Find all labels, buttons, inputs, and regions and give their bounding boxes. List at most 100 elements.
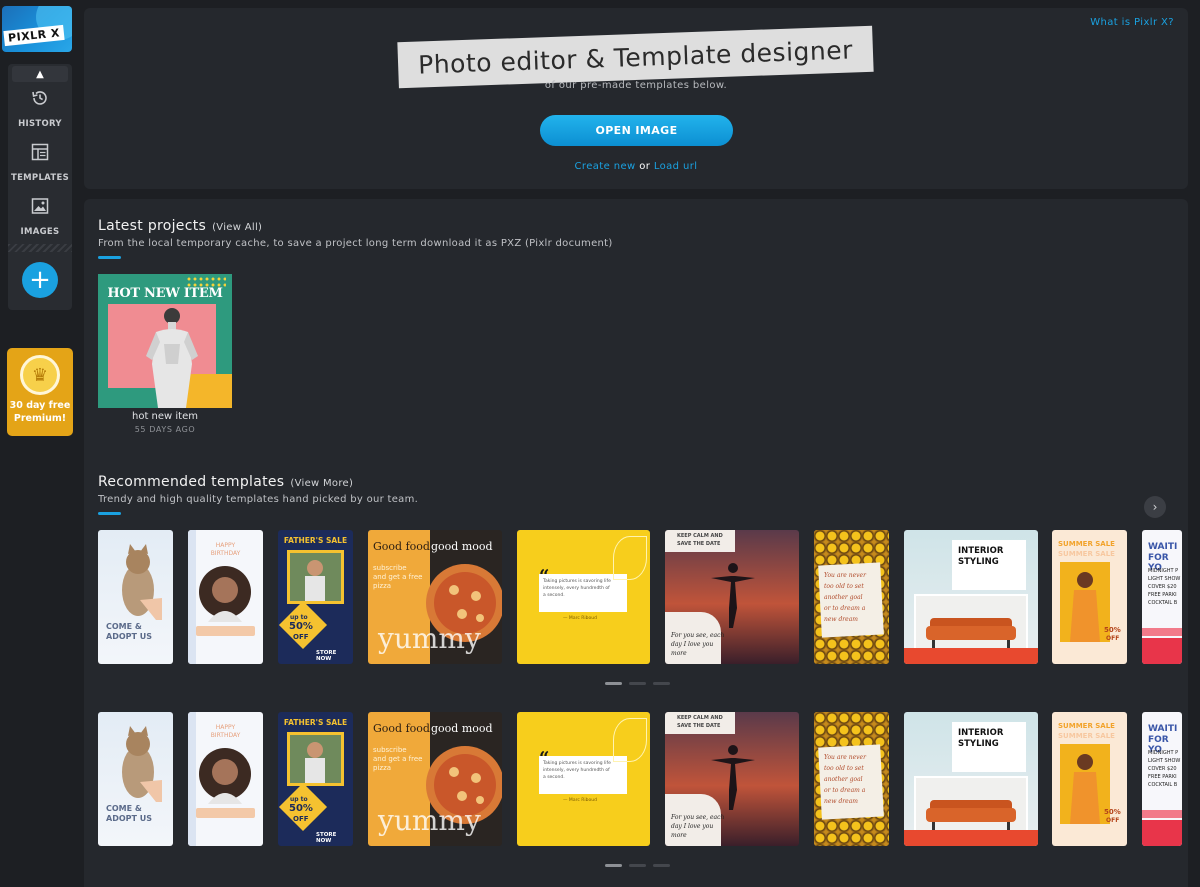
silhouette-icon: [711, 558, 755, 628]
add-button[interactable]: +: [22, 262, 58, 298]
template-card-quote[interactable]: “Taking pictures is savoring life intense…: [517, 530, 650, 664]
template-text: Taking pictures is savoring life: [543, 579, 611, 584]
template-text: KEEP CALM AND: [677, 533, 723, 539]
what-is-pixlr-link[interactable]: What is Pixlr X?: [1090, 17, 1174, 28]
template-card-interior[interactable]: INTERIOR STYLING: [904, 530, 1038, 664]
template-text: Good food,: [373, 540, 434, 553]
template-card-quote[interactable]: “Taking pictures is savoring life intense…: [517, 712, 650, 846]
latest-projects-subtitle: From the local temporary cache, to save …: [98, 238, 613, 249]
history-button[interactable]: HISTORY: [8, 88, 72, 130]
red-stripe: [1142, 820, 1182, 846]
sofa-photo-icon: [914, 776, 1028, 838]
template-card-sunflower[interactable]: You are never too old to set another goal o…: [814, 712, 889, 846]
template-card-waiting[interactable]: WAITI FOR YO MIDNIGHT P LIGHT SHOW COVER $20…: [1142, 712, 1182, 846]
premium-trial-button[interactable]: ♛ 30 day free Premium!: [7, 348, 73, 436]
template-card-food[interactable]: Good food, good mood subscribe and get a fr…: [368, 530, 502, 664]
template-card-birthday[interactable]: HAPPY BIRTHDAY: [188, 530, 263, 664]
carousel-next-button[interactable]: ›: [1144, 496, 1166, 518]
woman-photo-icon: [146, 308, 198, 408]
template-text: FATHER'S SALE: [283, 718, 348, 727]
images-button[interactable]: IMAGES: [8, 196, 72, 238]
template-text: COCKTAIL B: [1148, 782, 1178, 788]
main-panel: Latest projects (View All) From the local…: [84, 199, 1188, 887]
template-text: subscribe: [373, 564, 407, 572]
project-name: hot new item: [132, 411, 198, 422]
pager-dot[interactable]: [653, 682, 670, 685]
create-new-link[interactable]: Create new: [575, 161, 636, 172]
silhouette-icon: [711, 740, 755, 810]
template-text: You are never: [824, 572, 866, 579]
photo-panel: [1060, 562, 1110, 642]
images-icon: [31, 198, 49, 214]
template-text: LIGHT SHOW: [1148, 758, 1181, 764]
recommended-subtitle: Trendy and high quality templates hand p…: [98, 494, 419, 505]
latest-projects-heading: Latest projects (View All): [98, 218, 262, 234]
hero-links: Create new or Load url: [84, 161, 1188, 172]
left-toolbar: PIXLR X ▲ HISTORY TEMPLATES IMAGES + ♛ 3…: [0, 0, 80, 887]
template-card-calm[interactable]: KEEP CALM AND SAVE THE DATE For you see, e…: [665, 712, 799, 846]
template-text: too old to set: [824, 583, 864, 590]
template-card-food[interactable]: Good food, good mood subscribe and get a fr…: [368, 712, 502, 846]
sofa-photo-icon: [914, 594, 1028, 656]
template-card-calm[interactable]: KEEP CALM AND SAVE THE DATE For you see, e…: [665, 530, 799, 664]
template-text: WAITI: [1148, 542, 1178, 552]
project-thumbnail[interactable]: HOT NEW ITEM: [98, 274, 232, 408]
pixlr-logo[interactable]: PIXLR X: [2, 6, 72, 52]
pager-dot[interactable]: [629, 682, 646, 685]
template-card-sunflower[interactable]: You are never too old to set another goal o…: [814, 530, 889, 664]
template-text: SUMMER SALE: [1058, 722, 1115, 730]
template-text: a second.: [543, 775, 565, 780]
template-text: FREE PARKI: [1148, 774, 1177, 780]
templates-label: TEMPLATES: [10, 173, 70, 183]
template-card-summer[interactable]: SUMMER SALE SUMMER SALE 50% OFF: [1052, 712, 1127, 846]
template-text: STYLING: [958, 739, 999, 749]
template-card-birthday[interactable]: HAPPY BIRTHDAY: [188, 712, 263, 846]
red-stripe: [1142, 638, 1182, 664]
template-text: intensely, every hundredth of: [543, 768, 610, 773]
template-text: yummy: [378, 804, 481, 837]
template-card-waiting[interactable]: WAITI FOR YO MIDNIGHT P LIGHT SHOW COVER $20…: [1142, 530, 1182, 664]
view-more-link[interactable]: (View More): [290, 478, 353, 489]
hero-panel: What is Pixlr X? Photo editor & Template…: [84, 8, 1188, 189]
premium-line-1: 30 day free: [9, 400, 71, 411]
template-text: new dream: [824, 616, 858, 623]
load-url-link[interactable]: Load url: [654, 161, 698, 172]
template-text: SUMMER SALE: [1058, 550, 1115, 558]
template-text: HAPPY: [215, 724, 236, 731]
pager-dot[interactable]: [629, 864, 646, 867]
template-text: good mood: [431, 540, 493, 553]
template-card-summer[interactable]: SUMMER SALE SUMMER SALE 50% OFF: [1052, 530, 1127, 664]
template-text: new dream: [824, 798, 858, 805]
template-text: WAITI: [1148, 724, 1178, 734]
templates-icon: [31, 143, 49, 161]
ribbon-decoration: [196, 626, 255, 636]
template-text: OFF: [1106, 635, 1120, 642]
collapse-button[interactable]: ▲: [12, 66, 68, 82]
template-carousel-2: COME & ADOPT US HAPPY BIRTHDAY FATHER'S SALE…: [98, 712, 1188, 846]
section-accent-line: [98, 512, 121, 515]
open-image-button[interactable]: OPEN IMAGE: [540, 115, 733, 146]
templates-button[interactable]: TEMPLATES: [8, 142, 72, 184]
template-text: — Marc Riboud: [563, 616, 597, 621]
pager-dot[interactable]: [605, 682, 622, 685]
template-text: SUMMER SALE: [1058, 540, 1115, 548]
template-text: OFF: [293, 633, 309, 641]
pager-dot[interactable]: [605, 864, 622, 867]
template-card-adopt[interactable]: COME & ADOPT US: [98, 530, 173, 664]
template-card-fathers[interactable]: FATHER'S SALE up to 50% OFF STORE NOW: [278, 530, 353, 664]
template-text: up to: [290, 796, 308, 803]
view-all-link[interactable]: (View All): [212, 222, 262, 233]
template-carousel-1: COME & ADOPT US HAPPY BIRTHDAY FATHER'S SALE…: [98, 530, 1188, 664]
template-text: COME &: [106, 622, 142, 631]
page-title: Photo editor & Template designer: [417, 34, 854, 80]
history-label: HISTORY: [18, 119, 62, 129]
template-text: 50%: [1104, 808, 1121, 816]
cat-photo-icon: [112, 540, 162, 620]
template-text: another goal: [824, 776, 863, 783]
template-text: — Marc Riboud: [563, 798, 597, 803]
template-text: COVER $20: [1148, 584, 1177, 590]
template-card-interior[interactable]: INTERIOR STYLING: [904, 712, 1038, 846]
pager-dot[interactable]: [653, 864, 670, 867]
template-card-adopt[interactable]: COME & ADOPT US: [98, 712, 173, 846]
template-card-fathers[interactable]: FATHER'S SALE up to 50% OFF STORE NOW: [278, 712, 353, 846]
